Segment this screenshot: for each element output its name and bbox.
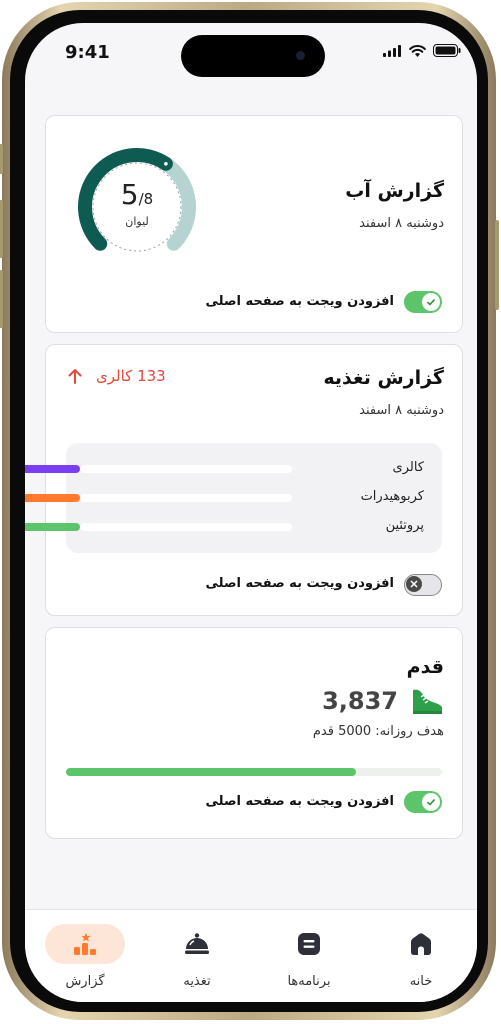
tab-food-label: تغذیه [183,974,211,989]
tab-programs-highlight [269,924,349,964]
power-button [495,220,499,310]
calorie-indicator: 133 کالری [68,367,166,385]
steps-goal: هدف روزانه: 5000 قدم [312,724,444,739]
screen: 9:41 گزارش آب دوشنبه ۸ اسفند 5/8 لیوان ا… [25,23,477,1002]
tab-home-highlight [381,924,461,964]
water-card: گزارش آب دوشنبه ۸ اسفند 5/8 لیوان افزودن… [45,115,463,333]
nutrition-widget-label: افزودن ویجت به صفحه اصلی [205,576,394,591]
status-bar: 9:41 [25,23,477,83]
water-widget-toggle[interactable] [404,291,442,313]
arrow-up-icon [68,369,82,384]
macro-bar-fill [25,465,80,473]
tab-report-highlight [45,924,125,964]
mute-switch [0,144,3,174]
steps-widget-toggle[interactable] [404,791,442,813]
volume-down-button [0,270,3,328]
steps-value: 3,837 [322,687,398,715]
steps-widget-label: افزودن ویجت به صفحه اصلی [205,794,394,809]
water-count-total: /8 [138,190,154,208]
tab-home-label: خانه [409,974,433,989]
macro-label-carbs: کربوهیدرات [360,489,424,504]
tab-programs[interactable]: برنامه‌ها [268,924,350,989]
steps-card: قدم 3,837 هدف روزانه: 5000 قدم افزودن وی… [45,627,463,839]
calorie-value: 133 کالری [96,367,166,385]
report-icon [74,933,96,955]
water-count: 5/8 [74,178,200,211]
nutrition-title: گزارش تغذیه [323,367,444,389]
toggle-knob [406,576,422,592]
tab-bar: گزارش تغذیه [25,909,477,1002]
home-icon [411,933,431,955]
tab-food[interactable]: تغذیه [156,924,238,989]
steps-title: قدم [406,656,444,678]
clock: 9:41 [65,42,110,63]
tab-food-highlight [157,924,237,964]
water-date: دوشنبه ۸ اسفند [359,216,444,231]
steps-progress-track [66,768,442,776]
food-icon [185,933,209,954]
macro-label-calories: کالری [392,460,424,475]
nutrition-widget-toggle[interactable] [404,574,442,596]
water-ring-handle [164,161,168,166]
tab-home[interactable]: خانه [380,924,462,989]
phone-frame: 9:41 گزارش آب دوشنبه ۸ اسفند 5/8 لیوان ا… [0,2,499,1020]
camera-icon [296,51,305,60]
water-title: گزارش آب [345,180,444,202]
battery-icon [433,44,461,57]
steps-progress-fill [66,768,356,776]
macro-label-protein: پروتئین [385,518,424,533]
nutrition-date: دوشنبه ۸ اسفند [359,403,444,418]
volume-up-button [0,200,3,258]
water-count-value: 5 [120,178,139,211]
check-icon [426,298,436,306]
status-icons [383,44,461,57]
wifi-icon [409,44,426,57]
steps-count-row: 3,837 [322,686,444,716]
toggle-knob [422,793,440,811]
toggle-knob [422,293,440,311]
macro-bar-fill [25,523,80,531]
tab-report-label: گزارش [65,974,105,989]
tab-programs-label: برنامه‌ها [287,974,331,989]
macro-panel: کالری کربوهیدرات پروتئین [25,443,442,553]
water-widget-label: افزودن ویجت به صفحه اصلی [205,294,394,309]
tab-report[interactable]: گزارش [44,924,126,989]
signal-icon [383,44,401,57]
list-icon [298,933,320,955]
dynamic-island [181,35,325,77]
macro-bar-fill [25,494,80,502]
close-icon [410,580,418,588]
nutrition-card: گزارش تغذیه دوشنبه ۸ اسفند 133 کالری کال… [25,344,463,616]
sneaker-icon [413,689,442,714]
water-unit: لیوان [125,215,149,228]
check-icon [426,798,436,806]
